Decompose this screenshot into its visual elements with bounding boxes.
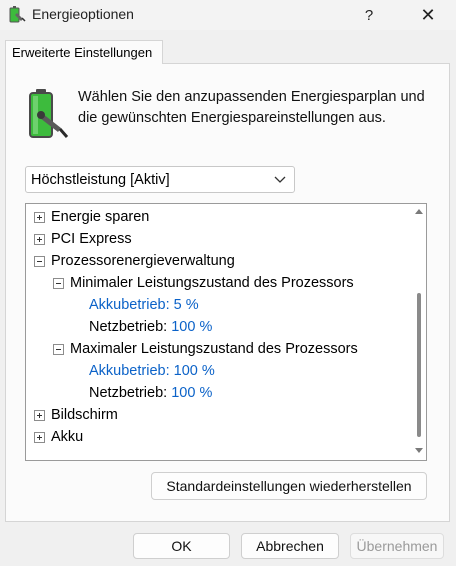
tree-item-min-netz[interactable]: Netzbetrieb: 100 %: [89, 317, 212, 337]
power-plan-dropdown[interactable]: Höchstleistung [Aktiv]: [25, 166, 295, 193]
tree-item-akku[interactable]: Akku: [34, 427, 83, 447]
tree-item-max-akku[interactable]: Akkubetrieb: 100 %: [89, 361, 215, 381]
setting-label: Netzbetrieb:: [89, 319, 168, 335]
setting-value: 100 %: [171, 385, 213, 401]
tree-item-label: Maximaler Leistungszustand des Prozessor…: [70, 341, 358, 357]
restore-defaults-button[interactable]: Standardeinstellungen wiederherstellen: [151, 472, 427, 500]
tree-item-bildschirm[interactable]: Bildschirm: [34, 405, 118, 425]
setting-label: Akkubetrieb:: [89, 297, 170, 313]
expand-icon[interactable]: [34, 431, 45, 443]
cancel-button[interactable]: Abbrechen: [241, 533, 339, 559]
close-button[interactable]: ✕: [406, 0, 450, 30]
setting-label: Akkubetrieb:: [89, 363, 170, 379]
tree-item-pci-express[interactable]: PCI Express: [34, 229, 132, 249]
title-bar: Energieoptionen ? ✕: [0, 0, 456, 30]
power-plan-value: Höchstleistung [Aktiv]: [31, 172, 170, 188]
ok-button[interactable]: OK: [133, 533, 230, 559]
tree-item-label: Akku: [51, 429, 84, 445]
power-options-icon: [9, 6, 26, 23]
battery-plan-icon: [29, 89, 69, 138]
scroll-up-arrow-icon[interactable]: [415, 208, 423, 214]
collapse-icon[interactable]: [53, 343, 64, 355]
tree-item-label: Prozessorenergieverwaltung: [51, 253, 235, 269]
tree-item-prozessor[interactable]: Prozessorenergieverwaltung: [34, 251, 235, 271]
tree-item-max-state[interactable]: Maximaler Leistungszustand des Prozessor…: [53, 339, 358, 359]
expand-icon[interactable]: [34, 409, 45, 421]
collapse-icon[interactable]: [53, 277, 64, 289]
tree-item-energie-sparen[interactable]: Energie sparen: [34, 207, 149, 227]
scroll-down-arrow-icon[interactable]: [415, 448, 423, 454]
expand-icon[interactable]: [34, 233, 45, 245]
tree-item-label: Bildschirm: [51, 407, 118, 423]
apply-button[interactable]: Übernehmen: [350, 533, 444, 559]
expand-icon[interactable]: [34, 211, 45, 223]
vertical-scrollbar[interactable]: [412, 204, 426, 460]
tree-item-label: Energie sparen: [51, 209, 150, 225]
tree-item-label: PCI Express: [51, 231, 132, 247]
description-text: Wählen Sie den anzupassenden Energiespar…: [78, 89, 425, 126]
setting-value: 5 %: [173, 297, 199, 313]
settings-tree: Energie sparen PCI Express Prozessorener…: [25, 203, 427, 461]
settings-panel: Wählen Sie den anzupassenden Energiespar…: [5, 63, 450, 522]
chevron-down-icon: [274, 176, 286, 183]
tree-item-min-state[interactable]: Minimaler Leistungszustand des Prozessor…: [53, 273, 354, 293]
tree-item-label: Minimaler Leistungszustand des Prozessor…: [70, 275, 354, 291]
setting-label: Netzbetrieb:: [89, 385, 168, 401]
setting-value: 100 %: [171, 319, 213, 335]
tree-item-max-netz[interactable]: Netzbetrieb: 100 %: [89, 383, 212, 403]
scrollbar-thumb[interactable]: [417, 293, 421, 437]
help-button[interactable]: ?: [352, 0, 386, 30]
collapse-icon[interactable]: [34, 255, 45, 267]
tree-item-min-akku[interactable]: Akkubetrieb: 5 %: [89, 295, 199, 315]
setting-value: 100 %: [173, 363, 215, 379]
window-title: Energieoptionen: [32, 6, 134, 22]
tab-advanced-settings[interactable]: Erweiterte Einstellungen: [5, 40, 163, 64]
